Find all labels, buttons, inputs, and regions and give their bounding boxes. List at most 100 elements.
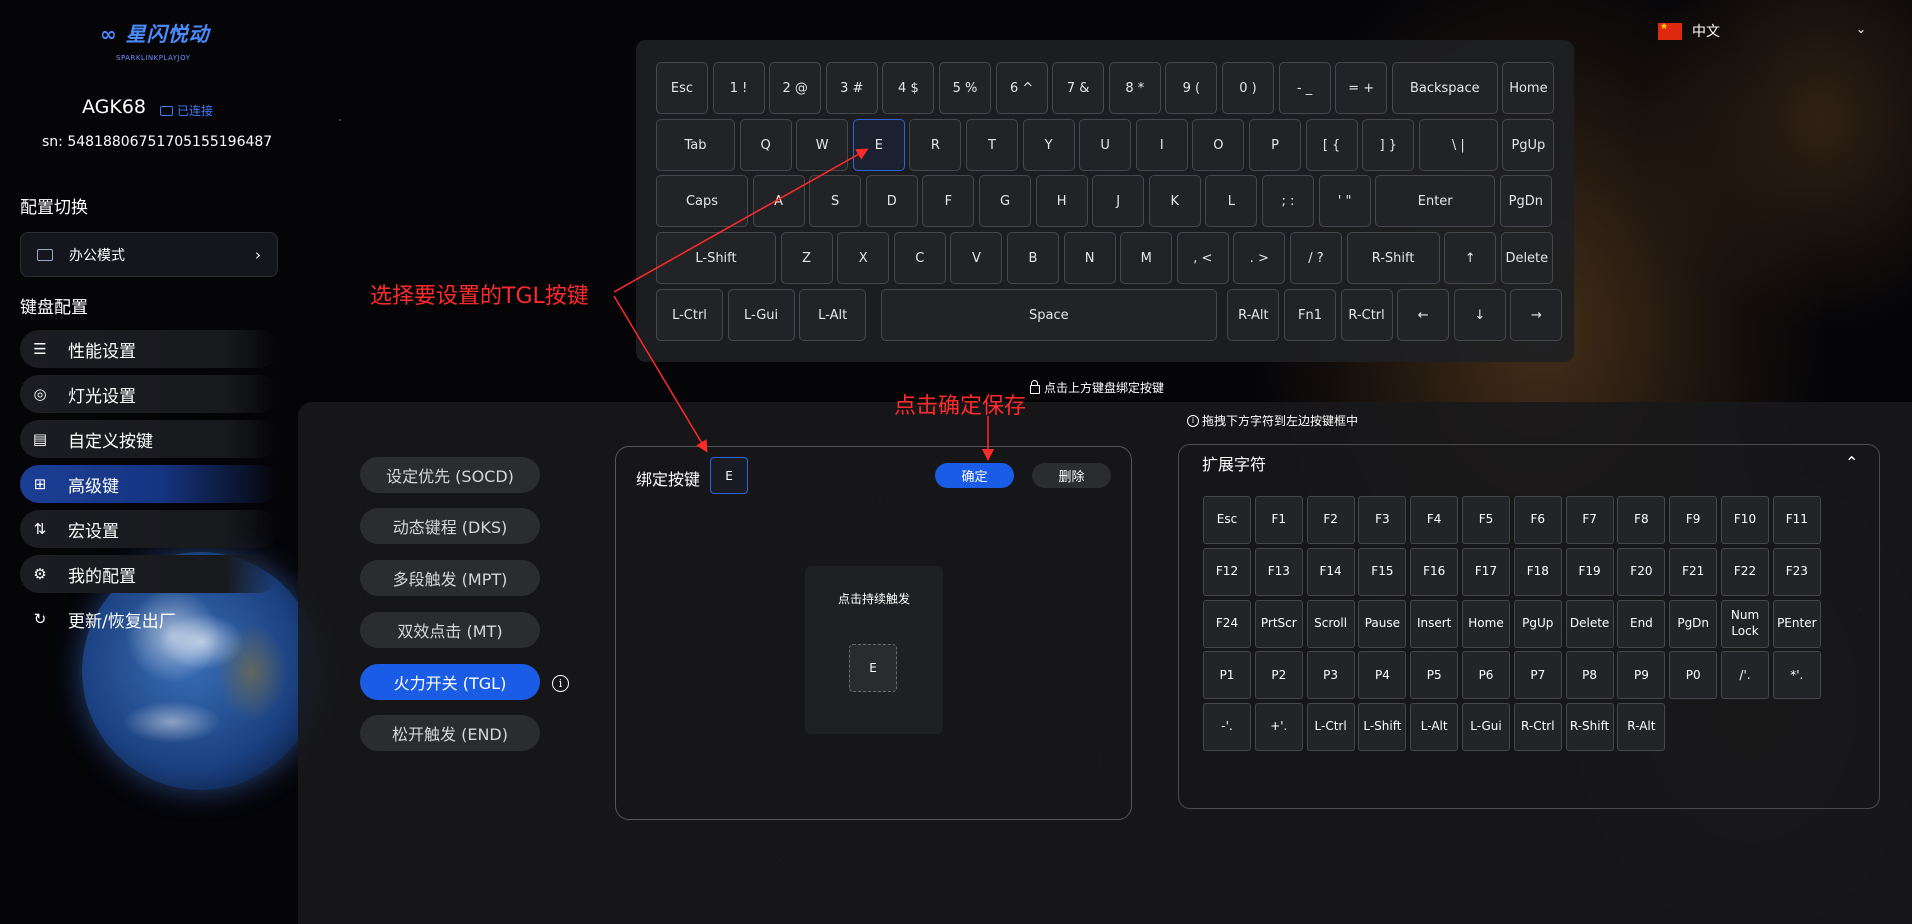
ext-key-r-ctrl[interactable]: R-Ctrl — [1513, 703, 1562, 752]
ext-key-l-ctrl[interactable]: L-Ctrl — [1306, 703, 1355, 752]
ext-key-penter[interactable]: PEnter — [1772, 599, 1821, 648]
key-[interactable]: / ? — [1290, 232, 1342, 284]
key-9[interactable]: 9 ( — [1165, 62, 1218, 114]
sidebar-item-update-reset[interactable]: ↻ 更新/恢复出厂 — [20, 600, 278, 638]
ext-key-esc[interactable]: Esc — [1203, 496, 1251, 544]
ext-key-f14[interactable]: F14 — [1306, 547, 1355, 596]
key-enter[interactable]: Enter — [1375, 175, 1496, 227]
key-k[interactable]: K — [1148, 175, 1201, 227]
key-1[interactable]: 1 ! — [712, 62, 765, 114]
key-l-shift[interactable]: L-Shift — [656, 232, 776, 284]
ext-key-p4[interactable]: P4 — [1358, 651, 1407, 700]
key-3[interactable]: 3 # — [825, 62, 878, 114]
ext-key-p2[interactable]: P2 — [1254, 651, 1303, 700]
key-2[interactable]: 2 @ — [769, 62, 822, 114]
ext-key-r-shift[interactable]: R-Shift — [1565, 703, 1614, 752]
key-a[interactable]: A — [752, 175, 805, 227]
key-l-ctrl[interactable]: L-Ctrl — [656, 289, 723, 341]
ext-key-f24[interactable]: F24 — [1203, 599, 1251, 648]
key-w[interactable]: W — [796, 119, 849, 171]
ext-key-f16[interactable]: F16 — [1410, 547, 1459, 596]
key-pgup[interactable]: PgUp — [1502, 119, 1555, 171]
ext-key-p9[interactable]: P9 — [1617, 651, 1666, 700]
key-[interactable]: ← — [1397, 289, 1450, 341]
ext-key-symbol[interactable]: -'. — [1203, 703, 1251, 752]
key-i[interactable]: I — [1135, 119, 1188, 171]
sidebar-item-custom-keys[interactable]: ▤ 自定义按键 — [20, 420, 278, 458]
key-[interactable]: ; : — [1262, 175, 1314, 227]
key-r[interactable]: R — [909, 119, 962, 171]
key-[interactable]: . > — [1233, 232, 1286, 284]
ext-key-home[interactable]: Home — [1462, 599, 1510, 648]
mode-socd-button[interactable]: 设定优先 (SOCD) — [360, 457, 540, 493]
key-h[interactable]: H — [1035, 175, 1088, 227]
ext-key-symbol[interactable]: *'. — [1772, 651, 1821, 700]
key-v[interactable]: V — [950, 232, 1003, 284]
ext-key-f2[interactable]: F2 — [1306, 496, 1355, 544]
key-y[interactable]: Y — [1022, 119, 1075, 171]
key-fn1[interactable]: Fn1 — [1284, 289, 1336, 341]
chevron-up-icon[interactable]: ⌃ — [1845, 453, 1858, 472]
key-s[interactable]: S — [809, 175, 862, 227]
ext-key-f11[interactable]: F11 — [1772, 496, 1821, 544]
ext-key-prtscr[interactable]: PrtScr — [1254, 599, 1303, 648]
ext-key-f17[interactable]: F17 — [1462, 547, 1510, 596]
key-8[interactable]: 8 * — [1108, 62, 1161, 114]
key-5[interactable]: 5 % — [939, 62, 991, 114]
mode-mt-button[interactable]: 双效点击 (MT) — [360, 612, 540, 648]
key-z[interactable]: Z — [780, 232, 833, 284]
ext-key-pause[interactable]: Pause — [1358, 599, 1407, 648]
ext-key-r-alt[interactable]: R-Alt — [1617, 703, 1666, 752]
key-l-alt[interactable]: L-Alt — [799, 289, 867, 341]
ext-key-f10[interactable]: F10 — [1721, 496, 1769, 544]
confirm-button[interactable]: 确定 — [935, 463, 1014, 488]
sidebar-item-lighting[interactable]: ◎ 灯光设置 — [20, 375, 278, 413]
delete-button[interactable]: 删除 — [1032, 463, 1111, 488]
key-l-gui[interactable]: L-Gui — [727, 289, 795, 341]
ext-key-p8[interactable]: P8 — [1565, 651, 1614, 700]
ext-key-f21[interactable]: F21 — [1669, 547, 1718, 596]
key-r-ctrl[interactable]: R-Ctrl — [1340, 289, 1393, 341]
ext-key-f9[interactable]: F9 — [1669, 496, 1718, 544]
key-[interactable]: [ { — [1305, 119, 1358, 171]
ext-key-delete[interactable]: Delete — [1565, 599, 1614, 648]
key-r-alt[interactable]: R-Alt — [1227, 289, 1280, 341]
key-6[interactable]: 6 ^ — [995, 62, 1048, 114]
ext-key-f12[interactable]: F12 — [1203, 547, 1251, 596]
ext-key-p3[interactable]: P3 — [1306, 651, 1355, 700]
key-[interactable]: → — [1510, 289, 1563, 341]
key-q[interactable]: Q — [739, 119, 792, 171]
key-m[interactable]: M — [1120, 232, 1173, 284]
ext-key-pgdn[interactable]: PgDn — [1669, 599, 1718, 648]
ext-key-num-lock[interactable]: Num Lock — [1721, 599, 1769, 648]
ext-key-l-gui[interactable]: L-Gui — [1462, 703, 1510, 752]
info-icon[interactable]: i — [552, 675, 569, 692]
ext-key-f18[interactable]: F18 — [1513, 547, 1562, 596]
key-f[interactable]: F — [922, 175, 975, 227]
ext-key-p7[interactable]: P7 — [1513, 651, 1562, 700]
ext-key-end[interactable]: End — [1617, 599, 1666, 648]
key-space[interactable]: Space — [880, 289, 1217, 341]
mode-end-button[interactable]: 松开触发 (END) — [360, 715, 540, 751]
ext-key-f7[interactable]: F7 — [1565, 496, 1614, 544]
ext-key-insert[interactable]: Insert — [1410, 599, 1459, 648]
ext-key-f6[interactable]: F6 — [1513, 496, 1562, 544]
key-[interactable]: ↑ — [1444, 232, 1497, 284]
key-[interactable]: , < — [1176, 232, 1229, 284]
bind-key-slot[interactable]: E — [710, 457, 748, 494]
key-backspace[interactable]: Backspace — [1391, 62, 1498, 114]
key-delete[interactable]: Delete — [1500, 232, 1553, 284]
key-o[interactable]: O — [1192, 119, 1245, 171]
key-[interactable]: = + — [1335, 62, 1388, 114]
key-b[interactable]: B — [1007, 232, 1059, 284]
key-[interactable]: ' " — [1318, 175, 1371, 227]
key-home[interactable]: Home — [1502, 62, 1555, 114]
ext-key-p6[interactable]: P6 — [1462, 651, 1510, 700]
key-j[interactable]: J — [1092, 175, 1145, 227]
key-[interactable]: ] } — [1362, 119, 1415, 171]
ext-key-f1[interactable]: F1 — [1254, 496, 1303, 544]
key-c[interactable]: C — [893, 232, 946, 284]
profile-mode-button[interactable]: 办公模式 › — [20, 232, 278, 277]
key-r-shift[interactable]: R-Shift — [1346, 232, 1440, 284]
chevron-down-icon[interactable]: ⌄ — [1856, 22, 1866, 36]
